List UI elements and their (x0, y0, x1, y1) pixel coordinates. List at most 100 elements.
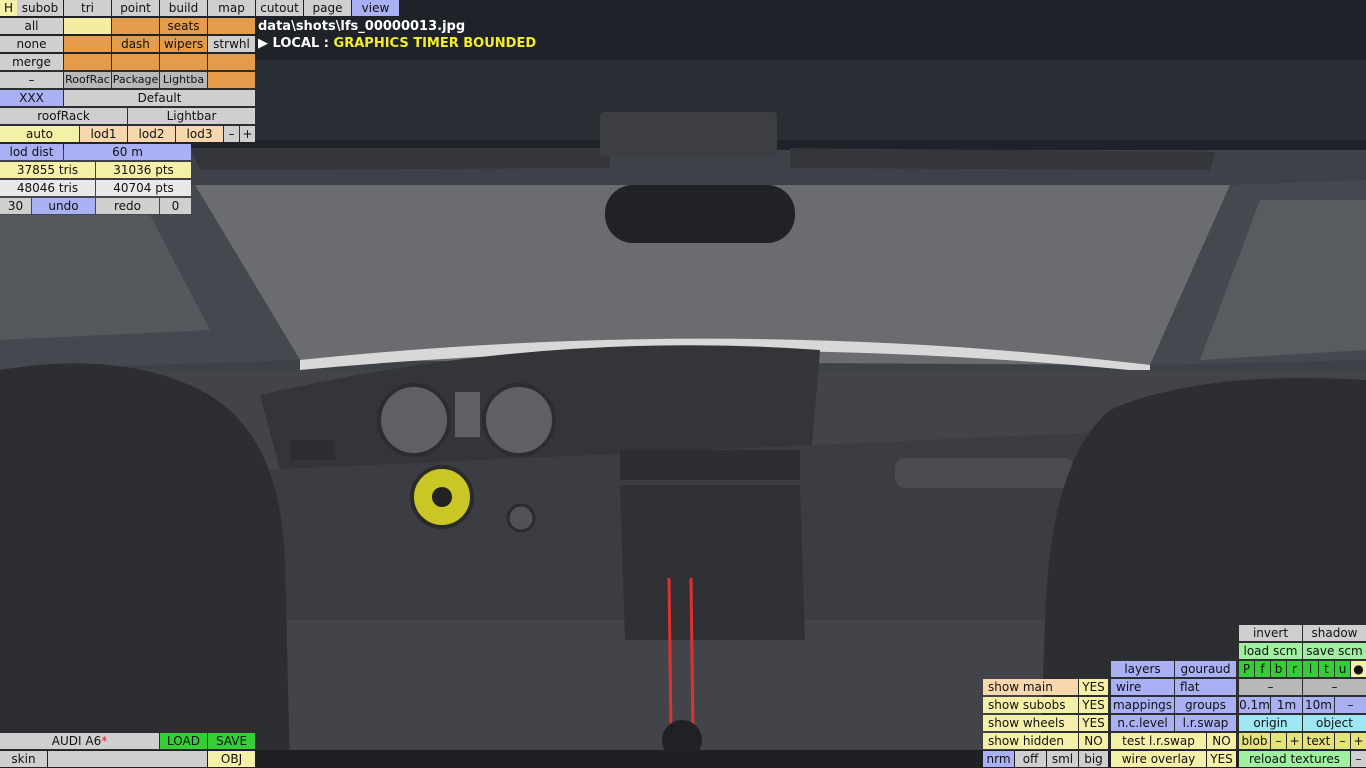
save-scm-button[interactable]: save scm (1303, 643, 1366, 659)
redo-button[interactable]: redo (96, 198, 159, 214)
lod-auto[interactable]: auto (0, 126, 79, 142)
text-plus[interactable]: + (1351, 733, 1366, 749)
reload-minus[interactable]: – (1351, 751, 1366, 767)
blob-minus[interactable]: – (1271, 733, 1286, 749)
config-xxx[interactable]: XXX (0, 90, 63, 106)
lod-1[interactable]: lod1 (80, 126, 127, 142)
part-slot-7[interactable] (160, 54, 207, 70)
reload-textures-button[interactable]: reload textures (1239, 751, 1350, 767)
layer-l[interactable]: l (1303, 661, 1318, 677)
part-dash[interactable]: dash (112, 36, 159, 52)
object-button[interactable]: object (1303, 715, 1366, 731)
lod-3[interactable]: lod3 (176, 126, 223, 142)
menu-view[interactable]: view (352, 0, 399, 16)
lod-2[interactable]: lod2 (128, 126, 175, 142)
skin-field[interactable] (48, 751, 207, 767)
show-hidden-value[interactable]: NO (1079, 733, 1108, 749)
show-hidden-label[interactable]: show hidden (983, 733, 1078, 749)
save-button[interactable]: SAVE (208, 733, 255, 749)
size-big[interactable]: big (1079, 751, 1108, 767)
part-slot-3[interactable] (208, 18, 255, 34)
part-slot-2[interactable] (112, 18, 159, 34)
size-sml[interactable]: sml (1047, 751, 1078, 767)
menu-page[interactable]: page (304, 0, 351, 16)
lod-plus-button[interactable]: + (240, 126, 255, 142)
scene-minus-2[interactable]: – (1303, 679, 1366, 695)
part-strwhl[interactable]: strwhl (208, 36, 255, 52)
part-roofrac[interactable]: RoofRac (64, 72, 111, 88)
part-lightba[interactable]: Lightba (160, 72, 207, 88)
grid-minus[interactable]: – (1335, 697, 1366, 713)
load-scm-button[interactable]: load scm (1239, 643, 1302, 659)
render-wire[interactable]: wire (1111, 679, 1174, 695)
menu-tri[interactable]: tri (64, 0, 111, 16)
lod-dist-value[interactable]: 60 m (64, 144, 191, 160)
load-button[interactable]: LOAD (160, 733, 207, 749)
layer-dot[interactable]: ● (1351, 661, 1366, 677)
test-lrswap-label[interactable]: test l.r.swap (1111, 733, 1206, 749)
wire-overlay-value[interactable]: YES (1207, 751, 1236, 767)
config-default[interactable]: Default (64, 90, 255, 106)
show-subobs-label[interactable]: show subobs (983, 697, 1078, 713)
render-flat[interactable]: flat (1175, 679, 1236, 695)
menu-cutout[interactable]: cutout (256, 0, 303, 16)
config-roofrack[interactable]: roofRack (0, 108, 127, 124)
menu-h[interactable]: H (0, 0, 17, 16)
part-slot-6[interactable] (112, 54, 159, 70)
select-all-button[interactable]: all (0, 18, 63, 34)
layer-b[interactable]: b (1271, 661, 1286, 677)
menu-map[interactable]: map (208, 0, 255, 16)
size-off[interactable]: off (1015, 751, 1046, 767)
layer-f[interactable]: f (1255, 661, 1270, 677)
render-layers[interactable]: layers (1111, 661, 1174, 677)
show-subobs-value[interactable]: YES (1079, 697, 1108, 713)
lod-minus-button[interactable]: – (224, 126, 239, 142)
blob-label[interactable]: blob (1239, 733, 1270, 749)
layer-r[interactable]: r (1287, 661, 1302, 677)
menu-build[interactable]: build (160, 0, 207, 16)
config-lightbar[interactable]: Lightbar (128, 108, 255, 124)
wire-overlay-label[interactable]: wire overlay (1111, 751, 1206, 767)
origin-button[interactable]: origin (1239, 715, 1302, 731)
car-name[interactable]: AUDI A6* (0, 733, 159, 749)
part-seats[interactable]: seats (160, 18, 207, 34)
size-nrm[interactable]: nrm (983, 751, 1014, 767)
scene-minus-1[interactable]: – (1239, 679, 1302, 695)
layer-t[interactable]: t (1319, 661, 1334, 677)
skin-label[interactable]: skin (0, 751, 47, 767)
layer-p[interactable]: P (1239, 661, 1254, 677)
part-slot-8[interactable] (208, 54, 255, 70)
select-none-button[interactable]: none (0, 36, 63, 52)
merge-button[interactable]: merge (0, 54, 63, 70)
part-package[interactable]: Package (112, 72, 159, 88)
render-lrswap[interactable]: l.r.swap (1175, 715, 1236, 731)
render-mappings[interactable]: mappings (1111, 697, 1174, 713)
show-main-label[interactable]: show main (983, 679, 1078, 695)
collapse-button[interactable]: – (0, 72, 63, 88)
render-nclevel[interactable]: n.c.level (1111, 715, 1174, 731)
layer-u[interactable]: u (1335, 661, 1350, 677)
part-slot-4[interactable] (64, 36, 111, 52)
invert-button[interactable]: invert (1239, 625, 1302, 641)
render-gouraud[interactable]: gouraud (1175, 661, 1236, 677)
undo-button[interactable]: undo (32, 198, 95, 214)
show-wheels-label[interactable]: show wheels (983, 715, 1078, 731)
menu-subob[interactable]: subob (17, 0, 63, 16)
show-wheels-value[interactable]: YES (1079, 715, 1108, 731)
part-slot-5[interactable] (64, 54, 111, 70)
text-label[interactable]: text (1303, 733, 1334, 749)
grid-1m[interactable]: 1m (1271, 697, 1302, 713)
part-slot-1[interactable] (64, 18, 111, 34)
obj-button[interactable]: OBJ (208, 751, 255, 767)
test-lrswap-value[interactable]: NO (1207, 733, 1236, 749)
grid-0-1m[interactable]: 0.1m (1239, 697, 1270, 713)
grid-10m[interactable]: 10m (1303, 697, 1334, 713)
part-slot-9[interactable] (208, 72, 255, 88)
shadow-button[interactable]: shadow (1303, 625, 1366, 641)
part-wipers[interactable]: wipers (160, 36, 207, 52)
show-main-value[interactable]: YES (1079, 679, 1108, 695)
blob-plus[interactable]: + (1287, 733, 1302, 749)
menu-point[interactable]: point (112, 0, 159, 16)
text-minus[interactable]: – (1335, 733, 1350, 749)
render-groups[interactable]: groups (1175, 697, 1236, 713)
